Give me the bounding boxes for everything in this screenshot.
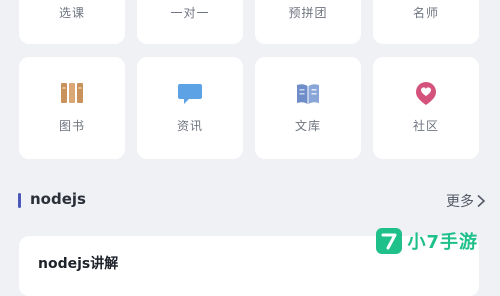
grid-item-label: 图书 [58, 119, 85, 133]
article-title: nodejs讲解 [38, 256, 119, 272]
grid-item-label: 预拼团 [288, 6, 328, 20]
grid-item-label: 名师 [412, 6, 439, 20]
more-link[interactable]: 更多 [446, 191, 486, 211]
watermark-logo-icon [376, 228, 403, 254]
grid-item-library[interactable]: 文库 [255, 57, 361, 159]
grid-item-label: 社区 [412, 119, 439, 133]
grid-item-one-on-one[interactable]: 一对一 [137, 0, 243, 44]
open-book-icon [294, 79, 322, 107]
grid-item-label: 资讯 [176, 119, 203, 133]
chevron-right-icon [477, 194, 486, 208]
grid-item-news[interactable]: 资讯 [137, 57, 243, 159]
grid-item-label: 文库 [294, 119, 321, 133]
grid-item-books[interactable]: 图书 [19, 57, 125, 159]
section-accent-bar [18, 193, 21, 208]
more-link-label: 更多 [446, 194, 474, 210]
grid-item-select-course[interactable]: 选课 [19, 0, 125, 44]
grid-item-label: 一对一 [170, 6, 210, 20]
books-icon [58, 79, 86, 107]
watermark: 小7手游 [376, 228, 478, 254]
grid-item-famous-teacher[interactable]: 名师 [373, 0, 479, 44]
grid-item-label: 选课 [58, 6, 85, 20]
chat-bubble-icon [176, 79, 204, 107]
watermark-text: 小7手游 [407, 232, 478, 253]
grid-item-community[interactable]: 社区 [373, 57, 479, 159]
section-title: nodejs [30, 190, 86, 208]
heart-pin-icon [412, 79, 440, 107]
grid-item-group-buy[interactable]: 预拼团 [255, 0, 361, 44]
